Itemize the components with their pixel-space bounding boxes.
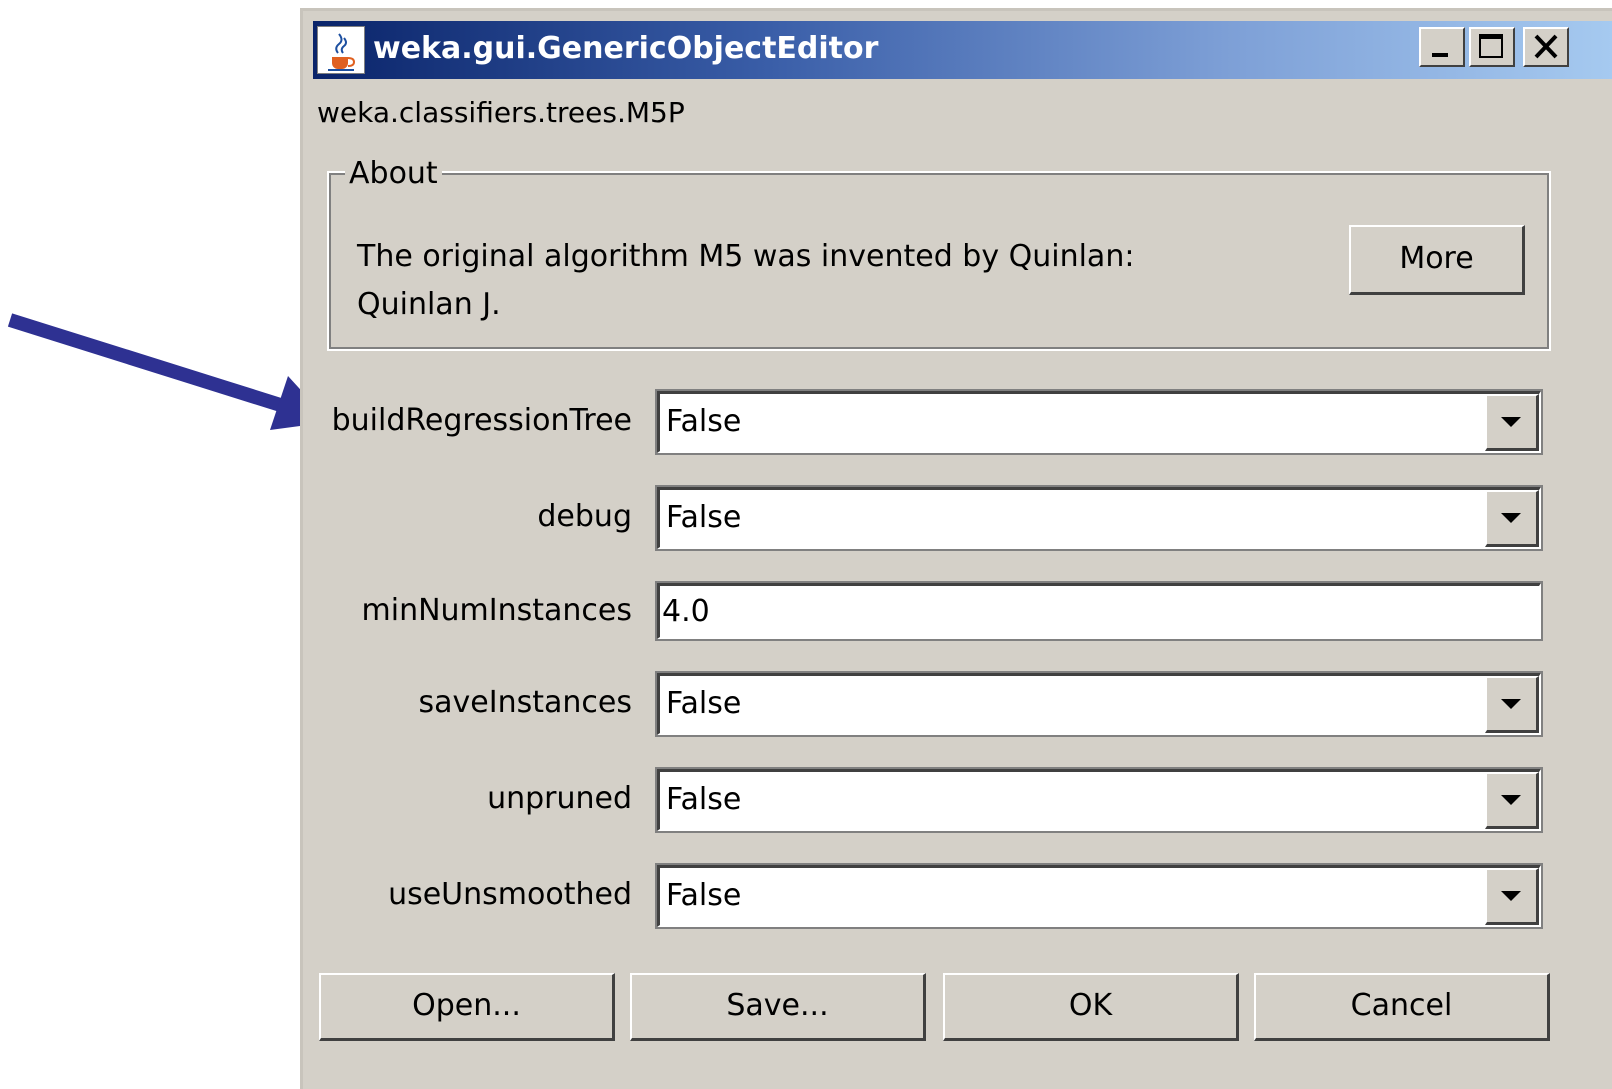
useunsmoothed-value: False [666, 878, 742, 913]
minnuminstances-value: 4.0 [662, 594, 710, 629]
screenshot-stage: weka.gui.GenericObjectEditor weka.classi… [0, 0, 1612, 1089]
dropdown-arrow-button[interactable] [1485, 394, 1539, 451]
buildregressiontree-value: False [666, 404, 742, 439]
chevron-down-icon [1501, 891, 1521, 901]
pointer-arrow-icon [7, 313, 330, 430]
java-cup-icon [317, 26, 365, 74]
debug-dropdown[interactable]: False [655, 485, 1543, 551]
saveinstances-dropdown[interactable]: False [655, 671, 1543, 737]
chevron-down-icon [1501, 417, 1521, 427]
more-button[interactable]: More [1349, 225, 1525, 295]
ok-button[interactable]: OK [943, 973, 1239, 1041]
dropdown-arrow-button[interactable] [1485, 490, 1539, 547]
title-bar[interactable]: weka.gui.GenericObjectEditor [313, 21, 1612, 79]
open-button[interactable]: Open... [319, 973, 615, 1041]
about-description: The original algorithm M5 was invented b… [357, 233, 1257, 329]
classifier-class-name: weka.classifiers.trees.M5P [317, 96, 685, 129]
dropdown-arrow-button[interactable] [1485, 676, 1539, 733]
debug-value: False [666, 500, 742, 535]
unpruned-value: False [666, 782, 742, 817]
property-label-saveinstances: saveInstances [418, 685, 632, 720]
property-label-debug: debug [537, 499, 632, 534]
about-line-1: The original algorithm M5 was invented b… [357, 239, 1135, 274]
saveinstances-value: False [666, 686, 742, 721]
maximize-icon [1479, 34, 1503, 58]
dropdown-arrow-button[interactable] [1485, 772, 1539, 829]
buildregressiontree-dropdown[interactable]: False [655, 389, 1543, 455]
cancel-button[interactable]: Cancel [1254, 973, 1550, 1041]
window-title: weka.gui.GenericObjectEditor [373, 31, 879, 66]
save-button[interactable]: Save... [630, 973, 926, 1041]
property-label-unpruned: unpruned [487, 781, 632, 816]
about-line-2: Quinlan J. [357, 287, 501, 322]
chevron-down-icon [1501, 513, 1521, 523]
property-label-useunsmoothed: useUnsmoothed [388, 877, 632, 912]
minimize-icon [1432, 53, 1448, 57]
property-label-minnuminstances: minNumInstances [361, 593, 632, 628]
useunsmoothed-dropdown[interactable]: False [655, 863, 1543, 929]
close-button[interactable] [1523, 27, 1569, 67]
chevron-down-icon [1501, 699, 1521, 709]
property-label-buildregressiontree: buildRegressionTree [331, 403, 632, 438]
maximize-button[interactable] [1469, 27, 1515, 67]
dropdown-arrow-button[interactable] [1485, 868, 1539, 925]
generic-object-editor-window: weka.gui.GenericObjectEditor weka.classi… [300, 8, 1612, 1089]
close-icon [1534, 34, 1558, 59]
minnuminstances-input[interactable]: 4.0 [655, 581, 1543, 641]
unpruned-dropdown[interactable]: False [655, 767, 1543, 833]
minimize-button[interactable] [1419, 27, 1465, 67]
chevron-down-icon [1501, 795, 1521, 805]
about-legend: About [345, 155, 442, 193]
